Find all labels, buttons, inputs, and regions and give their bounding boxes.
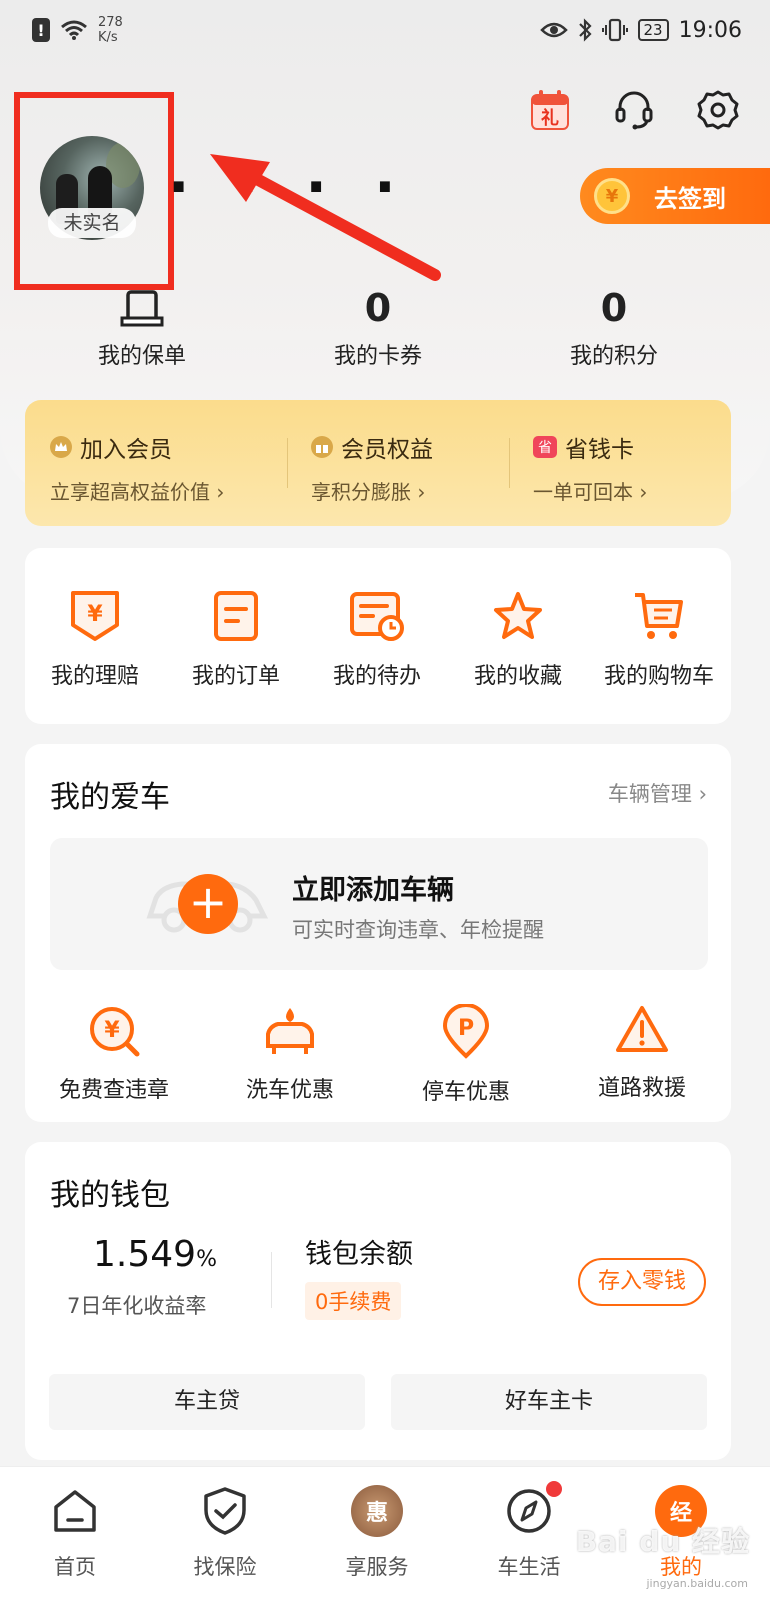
star-icon [494,592,542,639]
settings-gear-icon[interactable] [696,88,740,132]
crown-icon [50,436,72,458]
customer-service-icon[interactable] [612,88,656,132]
wallet-title: 我的钱包 [50,1178,170,1213]
red-highlight-box [14,92,174,290]
yield-rate: 1.549% [93,1234,217,1275]
deposit-change-button[interactable]: 存入零钱 [578,1258,706,1306]
todo-icon [350,592,404,641]
header-actions: 礼 [528,88,740,132]
policy-icon [120,290,164,327]
quick-todo[interactable]: 我的待办 [307,588,447,690]
owner-loan-button[interactable]: 车主贷 [49,1374,365,1430]
tab-home[interactable]: 首页 [20,1485,130,1581]
gift-calendar-icon[interactable]: 礼 [528,88,572,132]
my-car-card: 我的爱车 车辆管理 › + 立即添加车辆 可实时查询违章、年检提醒 ¥ 免费查违… [25,744,731,1122]
red-arrow-annotation [210,154,441,281]
coin-icon: ¥ [594,178,630,214]
warning-icon [616,1006,668,1052]
cart-icon [635,593,683,639]
tab-services[interactable]: 惠 享服务 [322,1485,432,1581]
violation-icon: ¥ [90,1007,140,1057]
member-benefits[interactable]: 会员权益 享积分膨胀 › [311,430,433,505]
stat-points[interactable]: 0 我的积分 [494,284,734,370]
watermark: Bai du 经验 [575,1525,750,1558]
my-car-title: 我的爱车 [50,780,170,815]
stat-coupons[interactable]: 0 我的卡券 [258,284,498,370]
compass-icon [507,1489,551,1533]
vehicle-management-link[interactable]: 车辆管理 › [608,778,707,808]
notification-dot [546,1481,562,1497]
hui-icon: 惠 [351,1485,403,1537]
gift-icon [311,436,333,458]
vibrate-icon [601,18,628,42]
bottom-tab-bar: 首页 找保险 惠 享服务 车生活 经 我的 Bai du 经验 jingyan.… [0,1466,770,1600]
owner-card-button[interactable]: 好车主卡 [391,1374,707,1430]
plus-icon: + [178,874,238,934]
savings-badge-icon: 省 [533,436,557,458]
divider [271,1252,272,1308]
parking-icon: P [442,1003,490,1059]
svg-text:P: P [458,1016,474,1041]
wallet-card: 我的钱包 1.549% 7日年化收益率 钱包余额 0手续费 存入零钱 车主贷 好… [25,1142,731,1460]
battery-indicator: 23 [637,19,669,41]
stats-row: 我的保单 0 我的卡券 0 我的积分 [0,284,770,374]
quick-favorites[interactable]: 我的收藏 [448,588,588,690]
stat-policies[interactable]: 我的保单 [22,284,262,370]
carwash-discount[interactable]: 洗车优惠 [205,1004,375,1104]
parking-discount[interactable]: P 停车优惠 [381,1003,551,1106]
wallet-balance-title: 钱包余额 [305,1239,413,1270]
svg-text:¥: ¥ [104,1018,120,1043]
svg-text:¥: ¥ [87,602,103,627]
check-in-label: 去签到 [654,184,726,213]
add-vehicle-button[interactable]: + 立即添加车辆 可实时查询违章、年检提醒 [50,838,708,970]
clock: 19:06 [678,17,742,43]
watermark-url: jingyan.baidu.com [646,1577,748,1590]
home-icon [54,1490,96,1532]
road-rescue[interactable]: 道路救援 [557,1004,727,1102]
tab-car-life[interactable]: 车生活 [474,1481,584,1581]
claim-icon: ¥ [71,591,119,641]
quick-claims[interactable]: ¥ 我的理赔 [25,588,165,690]
svg-text:礼: 礼 [541,107,559,129]
savings-card[interactable]: 省 省钱卡 一单可回本 › [533,430,647,505]
quick-orders[interactable]: 我的订单 [166,588,306,690]
quick-cart[interactable]: 我的购物车 [589,588,729,690]
yield-label: 7日年化收益率 [67,1294,207,1318]
status-bar: ! 278 K/s 23 19:06 [0,0,770,60]
bluetooth-icon [578,18,592,42]
membership-banner: 加入会员 立享超高权益价值 › 会员权益 享积分膨胀 › 省 省钱卡 一单可回本… [25,400,731,526]
net-speed: 278 K/s [98,15,123,45]
alert-icon: ! [32,18,50,42]
join-membership[interactable]: 加入会员 立享超高权益价值 › [50,430,224,505]
shield-icon [204,1487,246,1535]
quick-actions-card: ¥ 我的理赔 我的订单 我的待办 我的收藏 我的购物车 [25,548,731,724]
wifi-icon [61,20,87,40]
divider [287,438,288,488]
free-violation-check[interactable]: ¥ 免费查违章 [29,1004,199,1104]
eye-icon [539,22,568,38]
order-icon [214,591,258,641]
carwash-icon [266,1008,314,1054]
tab-insurance[interactable]: 找保险 [170,1485,280,1581]
zero-fee-tag: 0手续费 [305,1282,402,1320]
divider [509,438,510,488]
check-in-button[interactable]: ¥ 去签到 [580,168,770,224]
